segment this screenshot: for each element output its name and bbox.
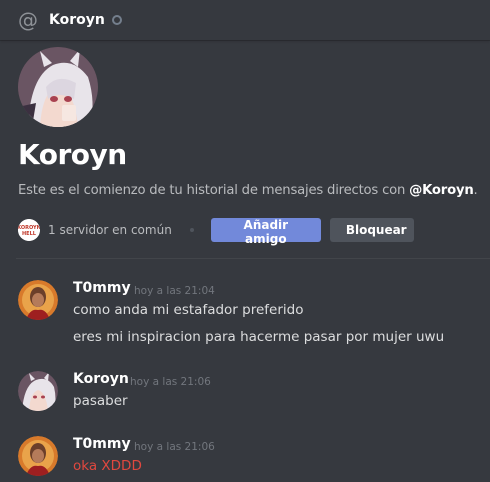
divider [16, 258, 490, 259]
mutual-servers-link[interactable]: 1 servidor en común [48, 223, 172, 237]
avatar[interactable] [18, 280, 58, 320]
avatar[interactable] [18, 436, 58, 476]
message-text: eres mi inspiracion para hacerme pasar p… [73, 329, 445, 345]
message-author[interactable]: T0mmy [73, 280, 131, 296]
intro-description: Este es el comienzo de tu historial de m… [18, 183, 488, 198]
mutual-servers-row: KOROYN HELL 1 servidor en común Añadir a… [18, 218, 414, 246]
block-button[interactable]: Bloquear [329, 218, 414, 242]
avatar[interactable] [18, 371, 58, 411]
message-author[interactable]: Koroyn [73, 371, 129, 387]
at-icon: @ [18, 8, 38, 32]
channel-header: @ Koroyn [0, 0, 490, 40]
server-icon[interactable]: KOROYN HELL [18, 219, 40, 241]
separator-dot [189, 228, 194, 232]
message-author[interactable]: T0mmy [73, 436, 131, 452]
profile-avatar[interactable] [18, 47, 98, 127]
offline-status-icon [111, 15, 122, 25]
profile-name: Koroyn [18, 138, 127, 171]
header-title: Koroyn [49, 12, 105, 28]
message-text: oka XDDD [73, 458, 142, 474]
message-text: como anda mi estafador preferido [73, 302, 304, 318]
intro-description-prefix: Este es el comienzo de tu historial de m… [18, 183, 410, 198]
add-friend-button[interactable]: Añadir amigo [210, 218, 321, 246]
message-timestamp: hoy a las 21:04 [134, 285, 215, 297]
intro-description-suffix: . [473, 183, 478, 198]
message-timestamp: hoy a las 21:06 [134, 441, 215, 453]
svg-text:HELL: HELL [22, 231, 37, 237]
user-mention[interactable]: @Koroyn [409, 183, 474, 198]
message-timestamp: hoy a las 21:06 [130, 376, 211, 388]
message-text: pasaber [73, 393, 128, 409]
server-logo-icon: KOROYN HELL [18, 219, 40, 241]
